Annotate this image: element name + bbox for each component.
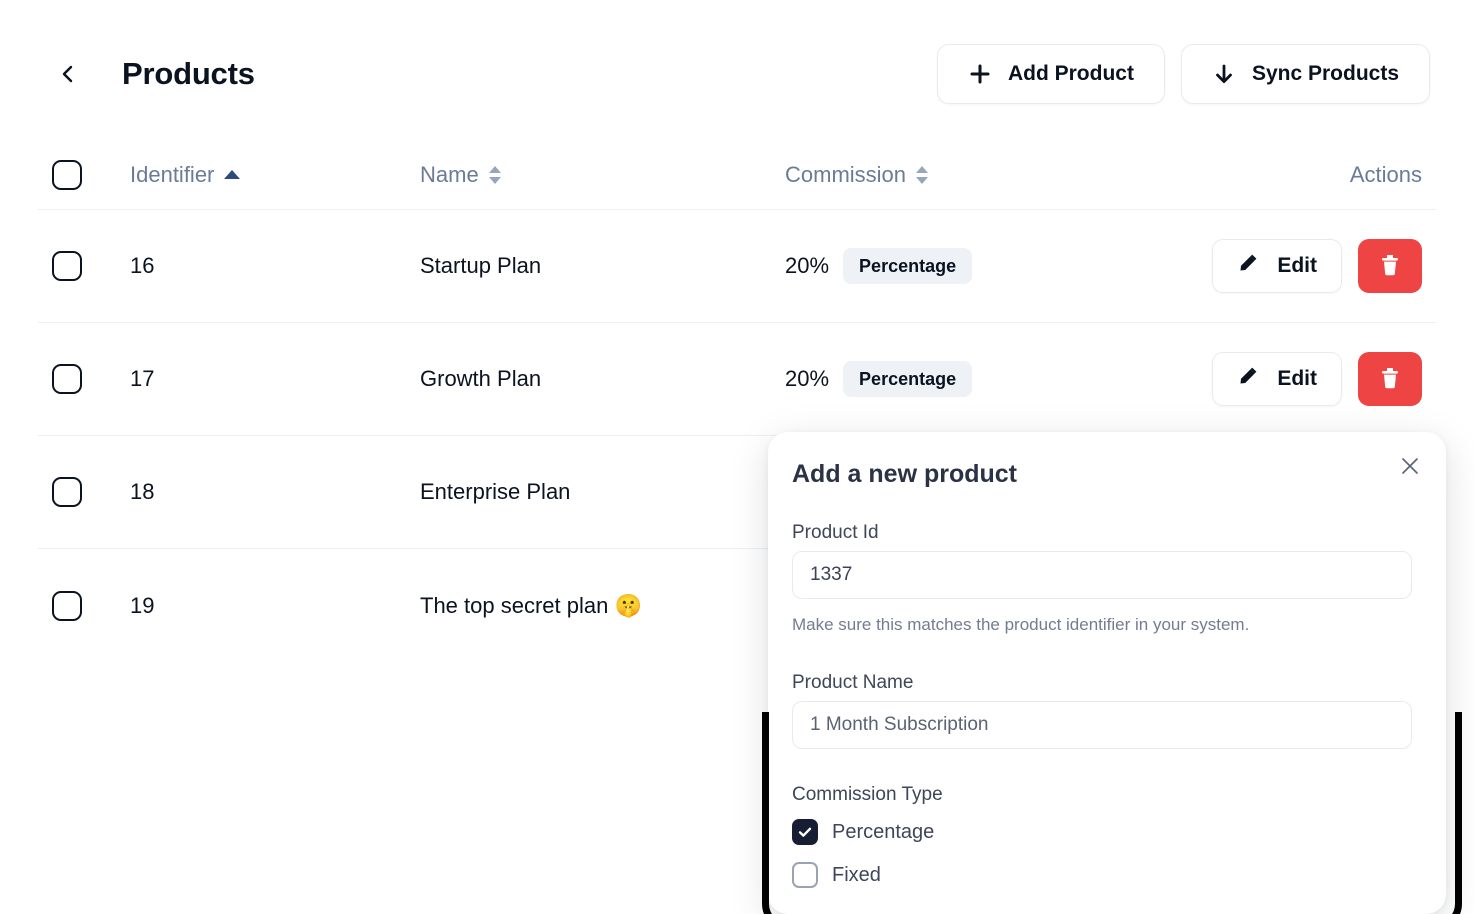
sort-identifier[interactable]: Identifier [130, 161, 241, 188]
commission-value: 20% [785, 253, 830, 278]
cell-identifier: 16 [130, 253, 420, 279]
products-page: Products Add Product Sync Products Ident… [0, 0, 1474, 914]
cell-commission: 20% Percentage [785, 361, 1170, 397]
table-row: 16 Startup Plan 20% Percentage Edit [38, 210, 1436, 323]
cell-actions: Edit [1170, 352, 1436, 406]
fixed-option-label: Fixed [832, 863, 881, 886]
cell-name: Enterprise Plan [420, 479, 785, 505]
commission-type-badge: Percentage [843, 361, 973, 397]
sort-updown-icon [916, 165, 929, 184]
commission-type-label: Commission Type [792, 784, 943, 805]
header-cell-identifier: Identifier [130, 162, 420, 188]
percentage-option-label: Percentage [832, 820, 935, 843]
header-label-commission: Commission [785, 161, 907, 187]
add-product-label: Add Product [1007, 62, 1134, 85]
sort-name[interactable]: Name [420, 162, 501, 188]
name-value: Enterprise Plan [420, 479, 571, 504]
pencil-icon [1237, 252, 1259, 280]
delete-button[interactable] [1358, 352, 1422, 406]
row-checkbox[interactable] [52, 477, 82, 507]
identifier-value: 19 [130, 592, 155, 618]
cell-identifier: 17 [130, 366, 420, 392]
product-id-input[interactable] [792, 551, 1412, 599]
identifier-value: 17 [130, 366, 155, 391]
cell-identifier: 18 [130, 479, 420, 505]
modal-title: Add a new product [792, 460, 1017, 488]
caret-up-icon [224, 170, 241, 179]
cell-identifier: 19 [130, 593, 420, 619]
sync-products-label: Sync Products [1251, 62, 1399, 85]
sort-commission[interactable]: Commission [785, 161, 929, 188]
identifier-value: 16 [130, 253, 155, 278]
commission-type-option-fixed[interactable]: Fixed [792, 862, 881, 888]
percentage-checkbox[interactable] [792, 819, 818, 845]
product-name-input[interactable] [792, 701, 1412, 749]
edit-button[interactable]: Edit [1212, 239, 1342, 293]
name-value: Growth Plan [420, 366, 542, 391]
row-select-cell [38, 251, 130, 281]
plus-icon [968, 62, 992, 86]
cell-name: Startup Plan [420, 253, 785, 279]
header-label-name: Name [420, 161, 479, 187]
arrow-down-icon [1212, 62, 1236, 86]
commission-value: 20% [785, 366, 830, 391]
table-header-row: Identifier Name Commission Actions [38, 140, 1436, 210]
trash-icon [1379, 253, 1401, 280]
identifier-value: 18 [130, 479, 155, 504]
header-actions: Add Product Sync Products [936, 44, 1430, 104]
cell-name: The top secret plan 🤫 [420, 593, 785, 619]
row-select-cell [38, 364, 130, 394]
commission-type-option-percentage[interactable]: Percentage [792, 819, 934, 845]
cell-name: Growth Plan [420, 366, 785, 392]
row-select-cell [38, 590, 130, 621]
row-select-cell [38, 477, 130, 507]
row-checkbox[interactable] [52, 251, 82, 281]
product-name-label: Product Name [792, 672, 914, 693]
select-all-checkbox[interactable] [52, 159, 82, 190]
product-id-help: Make sure this matches the product ident… [792, 615, 1250, 634]
header-label-identifier: Identifier [130, 161, 215, 187]
cell-commission: 20% Percentage [785, 248, 1170, 284]
add-product-modal: Add a new product Product Id Make sure t… [768, 432, 1446, 914]
check-icon [798, 827, 812, 837]
trash-icon [1379, 366, 1401, 393]
row-checkbox[interactable] [52, 590, 82, 621]
header-cell-actions: Actions [1170, 162, 1436, 188]
modal-close-button[interactable] [1394, 450, 1426, 482]
name-value: The top secret plan 🤫 [420, 592, 642, 618]
edit-button[interactable]: Edit [1212, 352, 1342, 406]
delete-button[interactable] [1358, 239, 1422, 293]
page-header: Products Add Product Sync Products [0, 0, 1474, 132]
edit-label: Edit [1277, 254, 1317, 277]
pencil-icon [1237, 365, 1259, 393]
fixed-checkbox[interactable] [792, 862, 818, 888]
table-row: 17 Growth Plan 20% Percentage Edit [38, 323, 1436, 436]
chevron-left-icon [62, 65, 73, 83]
sync-products-button[interactable]: Sync Products [1180, 44, 1430, 104]
edit-label: Edit [1277, 367, 1317, 390]
header-label-actions: Actions [1349, 161, 1422, 187]
page-title: Products [122, 56, 255, 91]
header-cell-name: Name [420, 162, 785, 188]
sort-updown-icon [488, 165, 501, 184]
product-id-label: Product Id [792, 522, 879, 543]
cell-actions: Edit [1170, 239, 1436, 293]
commission-type-badge: Percentage [843, 248, 973, 284]
close-icon [1402, 458, 1418, 474]
row-checkbox[interactable] [52, 364, 82, 394]
add-product-button[interactable]: Add Product [936, 44, 1165, 104]
back-button[interactable] [48, 54, 88, 94]
header-cell-commission: Commission [785, 162, 1170, 188]
select-all-cell [38, 159, 130, 190]
name-value: Startup Plan [420, 253, 542, 278]
